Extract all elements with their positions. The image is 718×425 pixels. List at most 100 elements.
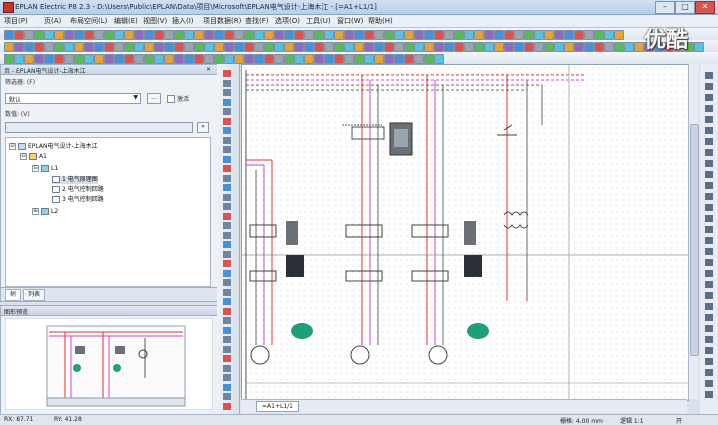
toolbar-tool-icon[interactable] bbox=[374, 42, 384, 52]
toolbar-tool-icon[interactable] bbox=[334, 30, 344, 40]
tree-item-page-3[interactable]: 3 电气控制回路 bbox=[52, 196, 104, 204]
toolbar-tool-icon[interactable] bbox=[244, 42, 254, 52]
toolbar-tool-icon[interactable] bbox=[94, 30, 104, 40]
toolbar-tool-icon[interactable] bbox=[74, 30, 84, 40]
toolbar-tool-icon[interactable] bbox=[294, 54, 304, 64]
toolbar-tool-icon[interactable] bbox=[174, 42, 184, 52]
toolbar-tool-icon[interactable] bbox=[4, 42, 14, 52]
insert-symbol-icon[interactable] bbox=[223, 307, 231, 315]
toolbar-tool-icon[interactable] bbox=[144, 54, 154, 64]
tree-item-page-1[interactable]: 1 电气原理图 bbox=[52, 176, 98, 184]
toolbar-tool-icon[interactable] bbox=[544, 30, 554, 40]
toolbar-tool-icon[interactable] bbox=[554, 30, 564, 40]
toolbar-tool-icon[interactable] bbox=[74, 42, 84, 52]
toolbar-tool-icon[interactable] bbox=[604, 42, 614, 52]
menu-layout-space[interactable]: 布局空间(L) bbox=[70, 16, 107, 26]
insert-symbol-icon[interactable] bbox=[223, 269, 231, 277]
toolbar-tool-icon[interactable] bbox=[54, 42, 64, 52]
insert-symbol-icon[interactable] bbox=[223, 317, 231, 324]
toolbar-tool-icon[interactable] bbox=[424, 54, 434, 64]
toolbar-tool-icon[interactable] bbox=[514, 42, 524, 52]
toolbar-tool-icon[interactable] bbox=[224, 54, 234, 64]
toolbar-tool-icon[interactable] bbox=[694, 42, 704, 52]
toolbar-tool-icon[interactable] bbox=[394, 30, 404, 40]
toolbar-tool-icon[interactable] bbox=[174, 30, 184, 40]
toolbar-tool-icon[interactable] bbox=[284, 30, 294, 40]
connection-symbol-icon[interactable] bbox=[705, 171, 713, 178]
toolbar-tool-icon[interactable] bbox=[384, 30, 394, 40]
insert-symbol-icon[interactable] bbox=[223, 288, 231, 296]
toolbar-tool-icon[interactable] bbox=[24, 30, 34, 40]
toolbar-tool-icon[interactable] bbox=[284, 54, 294, 64]
toolbar-tool-icon[interactable] bbox=[114, 54, 124, 64]
menu-edit[interactable]: 编辑(E) bbox=[114, 16, 138, 26]
toolbar-tool-icon[interactable] bbox=[144, 30, 154, 40]
connection-symbol-icon[interactable] bbox=[705, 127, 713, 134]
toolbar-tool-icon[interactable] bbox=[254, 54, 264, 64]
toolbar-tool-icon[interactable] bbox=[364, 30, 374, 40]
connection-symbol-icon[interactable] bbox=[705, 237, 713, 244]
toolbar-tool-icon[interactable] bbox=[84, 30, 94, 40]
insert-symbol-icon[interactable] bbox=[223, 70, 231, 77]
insert-symbol-icon[interactable] bbox=[223, 117, 231, 125]
connection-symbol-icon[interactable] bbox=[705, 358, 713, 365]
connection-symbol-icon[interactable] bbox=[705, 105, 713, 112]
insert-symbol-icon[interactable] bbox=[223, 326, 231, 334]
connection-symbol-icon[interactable] bbox=[705, 83, 713, 90]
toolbar-tool-icon[interactable] bbox=[154, 30, 164, 40]
connection-symbol-icon[interactable] bbox=[705, 138, 713, 145]
toolbar-tool-icon[interactable] bbox=[454, 30, 464, 40]
insert-symbol-icon[interactable] bbox=[223, 98, 231, 106]
toolbar-tool-icon[interactable] bbox=[224, 30, 234, 40]
connection-symbol-icon[interactable] bbox=[705, 347, 713, 354]
toolbar-tool-icon[interactable] bbox=[624, 42, 634, 52]
toolbar-tool-icon[interactable] bbox=[324, 54, 334, 64]
toolbar-tool-icon[interactable] bbox=[634, 42, 644, 52]
toolbar-tool-icon[interactable] bbox=[404, 42, 414, 52]
insert-symbol-icon[interactable] bbox=[223, 184, 231, 191]
collapse-icon[interactable]: ⊟ bbox=[20, 153, 27, 160]
toolbar-tool-icon[interactable] bbox=[424, 42, 434, 52]
toolbar-tool-icon[interactable] bbox=[124, 42, 134, 52]
tree-item-page-2[interactable]: 2 电气控制回路 bbox=[52, 186, 104, 194]
toolbar-tool-icon[interactable] bbox=[484, 42, 494, 52]
menu-page[interactable]: 页(A) bbox=[44, 16, 61, 26]
menu-window[interactable]: 窗口(W) bbox=[337, 16, 363, 26]
toolbar-tool-icon[interactable] bbox=[154, 54, 164, 64]
toolbar-tool-icon[interactable] bbox=[224, 42, 234, 52]
toolbar-tool-icon[interactable] bbox=[164, 30, 174, 40]
connection-symbol-icon[interactable] bbox=[705, 204, 713, 211]
toolbar-tool-icon[interactable] bbox=[554, 42, 564, 52]
toolbar-tool-icon[interactable] bbox=[444, 42, 454, 52]
toolbar-tool-icon[interactable] bbox=[124, 30, 134, 40]
toolbar-tool-icon[interactable] bbox=[294, 30, 304, 40]
toolbar-tool-icon[interactable] bbox=[134, 54, 144, 64]
toolbar-tool-icon[interactable] bbox=[494, 42, 504, 52]
toolbar-tool-icon[interactable] bbox=[444, 30, 454, 40]
toolbar-tool-icon[interactable] bbox=[24, 54, 34, 64]
toolbar-tool-icon[interactable] bbox=[364, 54, 374, 64]
connection-symbol-icon[interactable] bbox=[705, 226, 713, 233]
connection-symbol-icon[interactable] bbox=[705, 160, 713, 167]
toolbar-tool-icon[interactable] bbox=[54, 54, 64, 64]
insert-symbol-icon[interactable] bbox=[223, 146, 231, 153]
toolbar-tool-icon[interactable] bbox=[164, 54, 174, 64]
toolbar-tool-icon[interactable] bbox=[584, 42, 594, 52]
toolbar-tool-icon[interactable] bbox=[194, 42, 204, 52]
connection-symbol-icon[interactable] bbox=[705, 303, 713, 310]
toolbar-tool-icon[interactable] bbox=[254, 42, 264, 52]
toolbar-tool-icon[interactable] bbox=[234, 30, 244, 40]
toolbar-tool-icon[interactable] bbox=[414, 54, 424, 64]
toolbar-tool-icon[interactable] bbox=[64, 30, 74, 40]
toolbar-tool-icon[interactable] bbox=[564, 42, 574, 52]
connection-symbol-icon[interactable] bbox=[705, 270, 713, 277]
toolbar-tool-icon[interactable] bbox=[474, 42, 484, 52]
toolbar-tool-icon[interactable] bbox=[44, 54, 54, 64]
toolbar-tool-icon[interactable] bbox=[324, 30, 334, 40]
toolbar-tool-icon[interactable] bbox=[104, 42, 114, 52]
toolbar-tool-icon[interactable] bbox=[204, 30, 214, 40]
toolbar-tool-icon[interactable] bbox=[534, 42, 544, 52]
toolbar-tool-icon[interactable] bbox=[234, 42, 244, 52]
insert-symbol-icon[interactable] bbox=[223, 383, 231, 391]
toolbar-tool-icon[interactable] bbox=[124, 54, 134, 64]
